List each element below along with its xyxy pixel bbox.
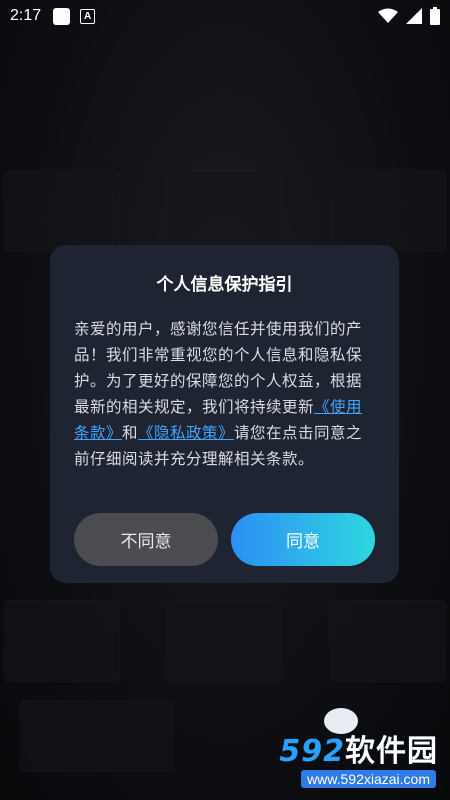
- status-time: 2:17: [10, 7, 42, 24]
- watermark-url: www.592xiazai.com: [301, 770, 436, 788]
- screen: 2:17 A 个人信息保护指引 亲爱的用户，感谢您信任并使用我们的产品！我们非常…: [0, 0, 450, 800]
- watermark-logo-text: 软件园: [345, 734, 438, 769]
- background-tile: [4, 170, 120, 252]
- signal-icon: [406, 8, 422, 24]
- body-text-and: 和: [122, 424, 139, 442]
- a-badge-icon: A: [80, 8, 96, 24]
- privacy-policy-link[interactable]: 《隐私政策》: [138, 424, 234, 442]
- status-icons: [378, 7, 440, 25]
- battery-icon: [430, 7, 440, 25]
- background-tile: [330, 170, 446, 252]
- disagree-button[interactable]: 不同意: [74, 513, 218, 566]
- watermark-logo: 592软件园: [279, 726, 438, 770]
- agree-button[interactable]: 同意: [231, 513, 375, 566]
- watermark: 592软件园 www.592xiazai.com: [242, 708, 442, 788]
- status-bar: 2:17 A: [0, 0, 450, 32]
- background-tile: [20, 700, 172, 772]
- background-tile: [4, 600, 120, 682]
- background-tile: [166, 600, 282, 682]
- privacy-dialog: 个人信息保护指引 亲爱的用户，感谢您信任并使用我们的产品！我们非常重视您的个人信…: [50, 245, 399, 583]
- background-tile: [166, 170, 282, 252]
- dialog-body: 亲爱的用户，感谢您信任并使用我们的产品！我们非常重视您的个人信息和隐私保护。为了…: [74, 316, 374, 472]
- background-tile: [330, 600, 446, 682]
- dialog-title: 个人信息保护指引: [156, 275, 293, 295]
- wifi-icon: [378, 8, 398, 23]
- watermark-logo-digits: 592: [279, 734, 345, 769]
- notification-square-icon: [53, 7, 71, 25]
